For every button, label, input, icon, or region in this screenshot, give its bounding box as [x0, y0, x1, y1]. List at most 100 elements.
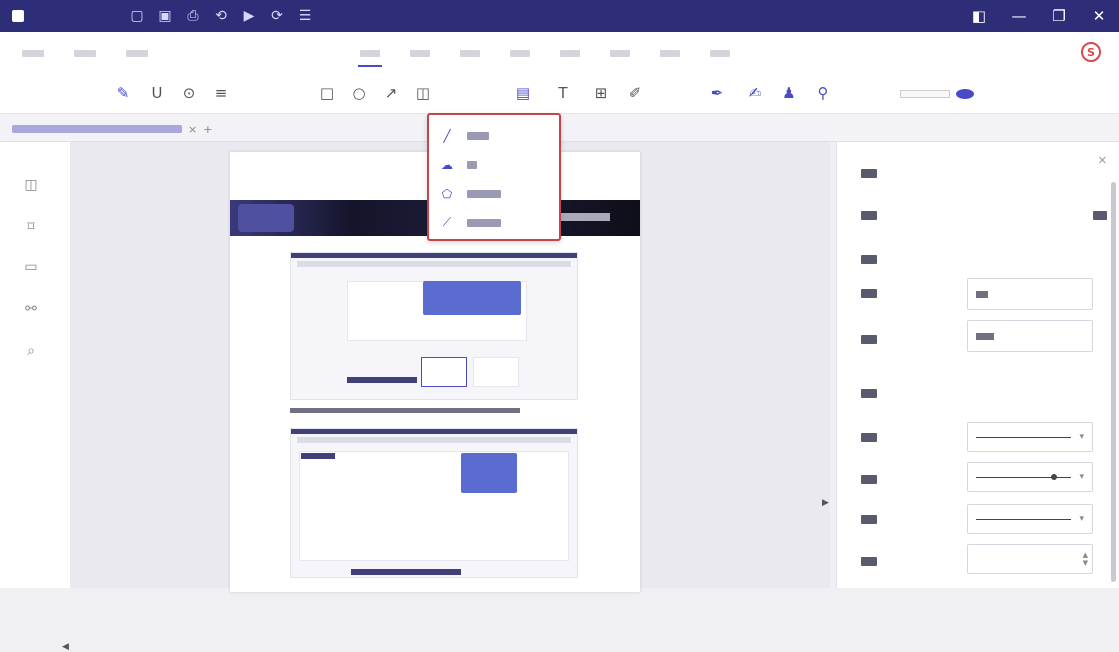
menu-file[interactable] [20, 45, 46, 61]
search-icon[interactable]: ⌕ [22, 342, 40, 360]
color-picker[interactable] [900, 86, 980, 102]
undo-button[interactable]: ⟲ [210, 5, 232, 27]
menu-help[interactable] [124, 45, 150, 61]
save-button[interactable]: ▣ [154, 5, 176, 27]
close-tab-icon[interactable]: × [188, 123, 197, 136]
measure-icon[interactable]: ⚲ [812, 82, 834, 104]
line-end-select[interactable]: ▾ [967, 462, 1093, 492]
chevron-down-icon: ▾ [1079, 514, 1084, 524]
line-end-label [861, 474, 877, 484]
tab-convert[interactable] [458, 45, 482, 63]
underline-icon[interactable]: U [146, 82, 168, 104]
more-menu-button[interactable]: ☰ [294, 5, 316, 27]
subject-label [861, 334, 877, 344]
banner-art [238, 204, 294, 232]
user-account-icon[interactable]: S [1081, 42, 1101, 62]
comment-icon[interactable]: ▭ [22, 258, 40, 276]
shape-dropdown-icon[interactable]: ◫ [412, 82, 434, 104]
strikeout-icon[interactable]: ≡ [210, 82, 232, 104]
panel-title-row [861, 162, 877, 184]
print-button[interactable]: ⎙ [182, 5, 204, 27]
opacity-label [861, 556, 877, 566]
play-button[interactable]: ▶ [238, 5, 260, 27]
line-style-sample [976, 436, 1072, 438]
dropdown-item-polygon[interactable]: ⬠ [429, 179, 559, 208]
color-swatch[interactable] [900, 90, 950, 98]
collapse-right-icon[interactable]: ▶ [822, 498, 829, 508]
line-style-select[interactable]: ▾ [967, 422, 1093, 452]
minimize-button[interactable]: — [999, 0, 1039, 32]
author-row [861, 282, 877, 304]
tab-protect[interactable] [658, 45, 682, 63]
person-icon[interactable]: ♟ [778, 82, 800, 104]
spinner-arrows-icon[interactable]: ▲ ▼ [1083, 551, 1092, 567]
title-bar: ▢ ▣ ⎙ ⟲ ▶ ⟳ ☰ ◧ — ❐ ✕ [0, 0, 1119, 32]
line-icon: ╱ [443, 128, 451, 143]
chevron-down-icon: ▾ [1079, 432, 1084, 442]
line-style-row [861, 426, 877, 448]
attachment-icon[interactable]: ⚯ [22, 300, 40, 318]
bookmark-icon[interactable]: ⌑ [22, 218, 40, 236]
page-screenshot-2 [290, 428, 578, 578]
line-dash-select[interactable]: ▾ [967, 504, 1093, 534]
dropdown-item-label [467, 189, 501, 198]
document-tab[interactable]: × + [12, 120, 212, 138]
type-value [1093, 210, 1107, 220]
annotation-toolbar: ✎ U ⊙ ≡ □ ○ ↗ ◫ ▤ T ⊞ ✐ ✒ ✍ ♟ ⚲ [0, 74, 1119, 114]
new-tab-icon[interactable]: + [203, 123, 212, 136]
left-sidebar: ◫ ⌑ ▭ ⚯ ⌕ ◀ [0, 142, 70, 652]
pencil-icon[interactable]: ✐ [624, 82, 646, 104]
close-button[interactable]: ✕ [1079, 0, 1119, 32]
polyline-icon: ⟋ [442, 215, 452, 229]
dropdown-item-cloud[interactable]: ☁ [429, 150, 559, 179]
open-folder-button[interactable]: ▢ [126, 5, 148, 27]
properties-panel: ✕ ▾ ▾ ▾ ▲ ▼ [836, 142, 1119, 588]
chevron-down-icon: ▾ [1079, 472, 1084, 482]
eye-icon[interactable] [956, 89, 974, 99]
shape-dropdown-menu: ╱ ☁ ⬠ ⟋ [427, 113, 561, 241]
close-panel-icon[interactable]: ✕ [1098, 154, 1107, 167]
stamp-icon[interactable]: ⊙ [178, 82, 200, 104]
style-section [861, 382, 877, 404]
tab-edit[interactable] [408, 45, 432, 63]
line-end-sample [976, 473, 1072, 480]
subject-row [861, 328, 877, 350]
restore-button[interactable]: ❐ [1039, 0, 1079, 32]
note-icon[interactable]: ▤ [512, 82, 534, 104]
subject-field[interactable] [967, 320, 1093, 352]
signature-icon[interactable]: ✍ [744, 82, 766, 104]
arrow-icon[interactable]: ↗ [380, 82, 402, 104]
redo-button[interactable]: ⟳ [266, 5, 288, 27]
menu-home[interactable] [72, 45, 98, 61]
tab-page[interactable] [558, 45, 582, 63]
dropdown-item-label [467, 160, 477, 169]
subject-value [976, 332, 994, 340]
rectangle-icon[interactable]: □ [316, 82, 338, 104]
polygon-icon: ⬠ [441, 186, 453, 201]
text-icon[interactable]: T [552, 82, 574, 104]
opacity-spinner[interactable]: ▲ ▼ [967, 544, 1093, 574]
textbox-icon[interactable]: ⊞ [590, 82, 612, 104]
author-field[interactable] [967, 278, 1093, 310]
highlight-icon[interactable]: ✎ [112, 82, 134, 104]
ellipse-icon[interactable]: ○ [348, 82, 370, 104]
dropdown-item-line[interactable]: ╱ [429, 121, 559, 150]
theme-icon[interactable]: ◧ [959, 0, 999, 32]
opacity-row [861, 550, 877, 572]
style-section-title [861, 388, 877, 398]
tab-annotate[interactable] [358, 45, 382, 67]
collapse-left-icon[interactable]: ◀ [62, 642, 69, 652]
thumbnail-icon[interactable]: ◫ [22, 176, 40, 194]
panel-scrollbar[interactable] [1111, 182, 1116, 582]
line-dash-sample [976, 518, 1072, 520]
tab-tools[interactable] [508, 45, 532, 63]
tab-share[interactable] [708, 45, 732, 63]
tab-form[interactable] [608, 45, 632, 63]
eraser-icon[interactable]: ✒ [706, 82, 728, 104]
general-section-title [861, 254, 877, 264]
page-caption [290, 408, 520, 413]
dropdown-item-polyline[interactable]: ⟋ [429, 208, 559, 237]
cloud-icon: ☁ [441, 157, 453, 172]
line-dash-label [861, 514, 877, 524]
author-value [976, 290, 988, 298]
